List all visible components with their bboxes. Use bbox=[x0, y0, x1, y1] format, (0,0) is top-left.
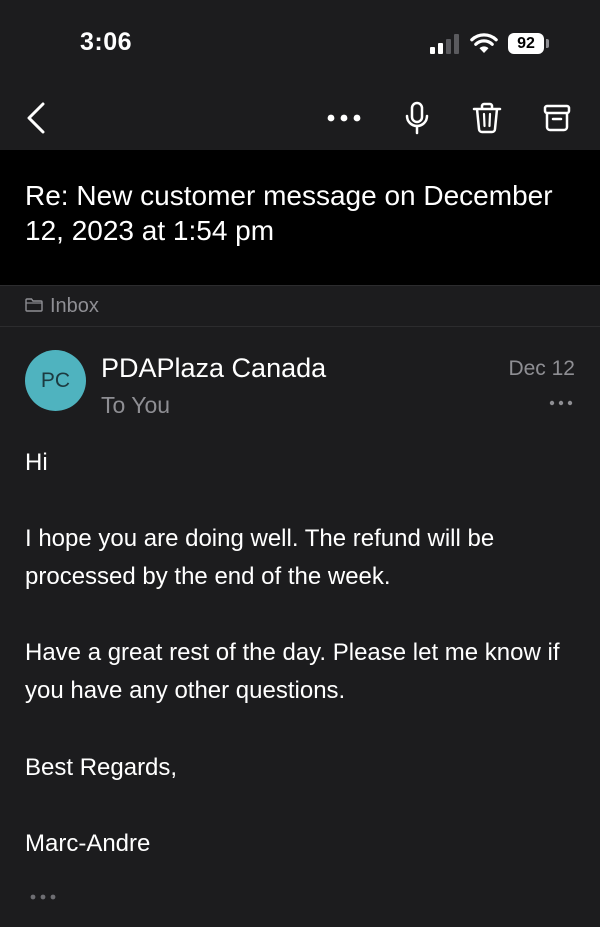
more-horizontal-icon bbox=[30, 894, 56, 900]
status-bar: 3:06 92 bbox=[0, 0, 600, 88]
chevron-left-icon bbox=[27, 102, 45, 134]
message-date: Dec 12 bbox=[508, 357, 575, 380]
folder-icon bbox=[25, 298, 43, 312]
archive-icon bbox=[543, 104, 571, 132]
body-paragraph-2: Have a great rest of the day. Please let… bbox=[25, 639, 560, 704]
sender-name[interactable]: PDAPlaza Canada bbox=[101, 353, 326, 384]
more-horizontal-icon bbox=[327, 114, 361, 122]
body-greeting: Hi bbox=[25, 449, 48, 476]
body-closing: Best Regards, bbox=[25, 754, 178, 781]
microphone-icon bbox=[405, 101, 429, 135]
delete-button[interactable] bbox=[465, 96, 509, 140]
body-paragraph-1: I hope you are doing well. The refund wi… bbox=[25, 525, 495, 590]
dictate-button[interactable] bbox=[395, 96, 439, 140]
recipient-line[interactable]: To You bbox=[101, 392, 170, 419]
more-horizontal-icon bbox=[549, 400, 573, 406]
message-toolbar bbox=[0, 88, 600, 150]
cellular-signal-icon bbox=[430, 34, 462, 54]
more-actions-button[interactable] bbox=[322, 96, 366, 140]
folder-label: Inbox bbox=[50, 295, 99, 317]
message-subject: Re: New customer message on December 12,… bbox=[25, 180, 553, 246]
avatar[interactable]: PC bbox=[25, 350, 86, 411]
wifi-icon bbox=[470, 32, 498, 59]
folder-breadcrumb[interactable]: Inbox bbox=[0, 285, 600, 327]
battery-level: 92 bbox=[508, 33, 544, 54]
body-signature: Marc-Andre bbox=[25, 830, 151, 857]
battery-tip bbox=[546, 39, 549, 48]
show-quoted-text-button[interactable] bbox=[28, 890, 58, 904]
message-options-button[interactable] bbox=[548, 396, 574, 410]
trash-icon bbox=[472, 102, 502, 134]
back-button[interactable] bbox=[14, 96, 58, 140]
archive-button[interactable] bbox=[535, 96, 579, 140]
subject-header: Re: New customer message on December 12,… bbox=[0, 150, 600, 285]
status-time: 3:06 bbox=[80, 28, 133, 56]
